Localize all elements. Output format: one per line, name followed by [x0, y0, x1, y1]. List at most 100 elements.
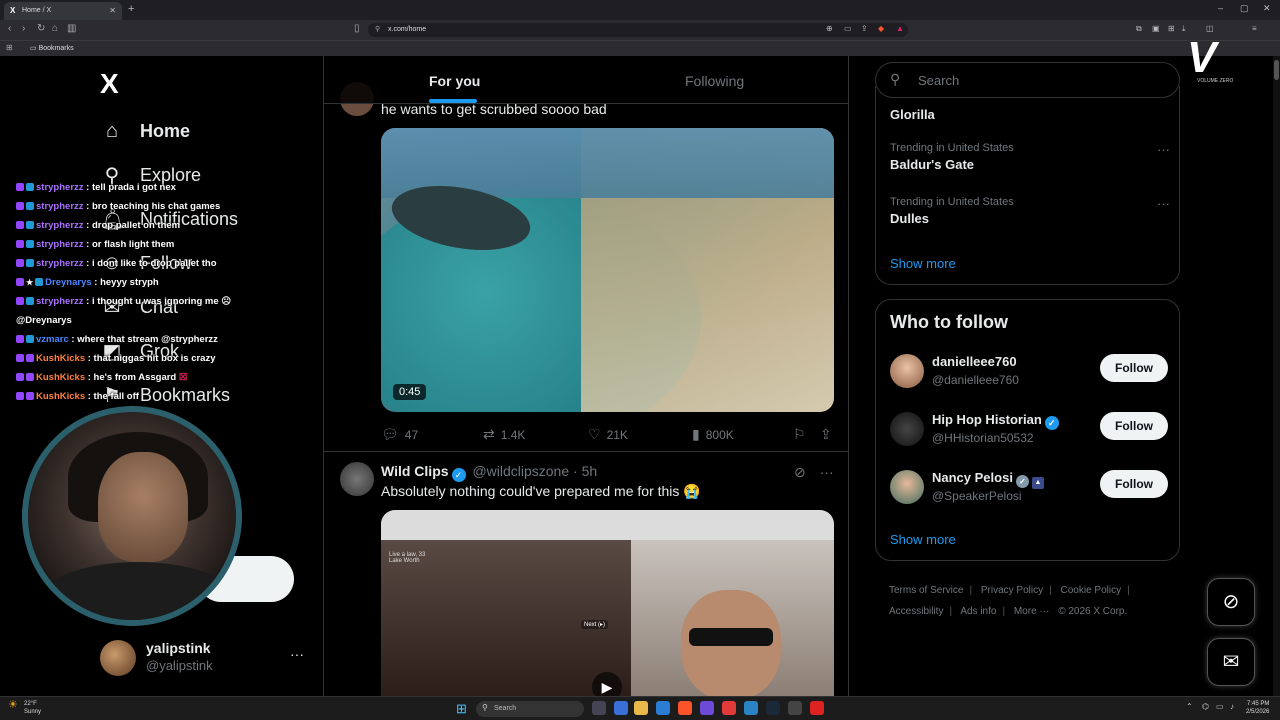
post-time[interactable]: · 5h [573, 463, 597, 479]
x-logo-icon[interactable]: X [100, 68, 119, 100]
app-icon[interactable] [614, 701, 628, 715]
steam-icon[interactable] [766, 701, 780, 715]
settings-app-icon[interactable] [592, 701, 606, 715]
tab-following[interactable]: Following [685, 73, 744, 89]
suggested-user[interactable]: Hip Hop Historian ✓ @HHistorian50532 Foll… [890, 410, 1170, 450]
sub-badge-icon [26, 221, 34, 229]
post-author-name[interactable]: Wild Clips [381, 463, 449, 479]
follow-button[interactable]: Follow [1100, 354, 1168, 382]
terms-link[interactable]: Terms of Service [889, 585, 963, 596]
share-icon[interactable]: ⇪ [861, 24, 868, 33]
zoom-icon[interactable]: ⊕ [826, 24, 833, 33]
network-icon[interactable]: ⌬ [1202, 702, 1209, 711]
twitch-badge-icon [16, 354, 24, 362]
avatar[interactable] [340, 462, 374, 496]
search-input[interactable]: ⚲ Search [875, 62, 1180, 98]
brave-shield-icon[interactable]: ◆ [878, 24, 884, 33]
discord-icon[interactable] [700, 701, 714, 715]
views-button[interactable]: ▮ 800K [692, 426, 734, 443]
reader-icon[interactable]: ▭ [844, 24, 852, 33]
file-explorer-icon[interactable] [634, 701, 648, 715]
download-icon[interactable]: ⤓ [1182, 24, 1186, 34]
home-browser-icon[interactable]: ⌂ [52, 23, 58, 34]
trend-item[interactable]: Glorilla [890, 104, 1170, 122]
close-tab-icon[interactable]: ✕ [109, 6, 116, 15]
back-icon[interactable]: ‹ [8, 23, 11, 34]
grok-icon[interactable]: ⊘ [794, 464, 806, 480]
repost-button[interactable]: ⇄ 1.4K [483, 426, 525, 443]
messages-button[interactable]: ✉ [1207, 638, 1255, 686]
follow-button[interactable]: Follow [1100, 470, 1168, 498]
post-author-handle[interactable]: @wildclipszone [472, 463, 569, 479]
sub-badge-icon [26, 335, 34, 343]
verified-badge-icon: ✓ [451, 468, 466, 482]
weather-widget[interactable]: ☀ 22°F Sunny [8, 700, 41, 716]
avatar [890, 470, 924, 504]
menu-icon[interactable]: ≡ [1252, 24, 1257, 33]
app-icon[interactable] [722, 701, 736, 715]
app-icon[interactable] [744, 701, 758, 715]
privacy-link[interactable]: Privacy Policy [981, 585, 1043, 596]
app-icon[interactable] [656, 701, 670, 715]
volume-icon[interactable]: ♪ [1230, 702, 1234, 711]
brave-browser-icon[interactable] [678, 701, 692, 715]
close-window-icon[interactable]: ✕ [1263, 3, 1271, 14]
nav-home[interactable]: ⌂ Home [100, 116, 190, 146]
taskbar-search[interactable]: ⚲ Search [476, 701, 584, 717]
cookie-link[interactable]: Cookie Policy [1061, 585, 1122, 596]
site-info-icon[interactable]: ⚲ [375, 25, 380, 33]
ads-info-link[interactable]: Ads info [960, 606, 996, 617]
accessibility-link[interactable]: Accessibility [889, 606, 943, 617]
new-tab-button[interactable]: + [128, 3, 134, 15]
more-link[interactable]: More ··· [1014, 606, 1050, 617]
forward-icon[interactable]: › [22, 23, 25, 34]
chat-line: strypherzz : bro teaching his chat games [16, 197, 316, 216]
post-video[interactable]: 0:45 [381, 128, 834, 412]
account-switcher[interactable]: yalipstink @yalipstink ··· [100, 638, 310, 678]
minimize-icon[interactable]: – [1218, 3, 1223, 13]
page-scrollbar[interactable] [1273, 56, 1280, 696]
suggested-user[interactable]: Nancy Pelosi ✓ ▲ @SpeakerPelosi Follow [890, 468, 1170, 508]
app-icon[interactable] [810, 701, 824, 715]
windows-start-icon[interactable]: ⊞ [456, 701, 467, 717]
like-button[interactable]: ♡ 21K [588, 426, 628, 443]
tab-for-you[interactable]: For you [429, 73, 480, 89]
reload-icon[interactable]: ↻ [37, 23, 45, 34]
apps-grid-icon[interactable]: ⊞ [6, 43, 13, 52]
repost-icon: ⇄ [483, 426, 495, 442]
vpn-icon[interactable]: ⊞ [1168, 24, 1175, 33]
suggested-user[interactable]: danielleee760 @danielleee760 Follow [890, 352, 1170, 392]
post-video[interactable]: Live a law, 33 Lake Worth Next (▸) ▶ [381, 510, 834, 696]
brave-rewards-icon[interactable]: ▲ [896, 24, 904, 33]
reply-button[interactable]: 💬︎ 47 [381, 426, 418, 443]
sidebar-toggle-icon[interactable]: ▥ [67, 23, 76, 34]
more-icon[interactable]: ··· [290, 646, 304, 662]
trends-show-more[interactable]: Show more [890, 256, 956, 271]
taskbar-clock[interactable]: 7:45 PM 2/5/2026 [1246, 700, 1269, 716]
scrollbar-thumb[interactable] [1274, 60, 1279, 80]
extension-icon[interactable]: ⧉ [1136, 24, 1142, 34]
display-icon[interactable]: ▭ [1216, 702, 1224, 711]
sun-icon: ☀ [8, 699, 18, 711]
maximize-icon[interactable]: ▢ [1240, 3, 1249, 14]
bookmark-page-icon[interactable]: ▯ [354, 23, 360, 34]
share-button[interactable]: ⇪ [820, 426, 838, 443]
browser-tab[interactable]: X Home / X ✕ [4, 2, 122, 20]
obs-icon[interactable] [788, 701, 802, 715]
sub-badge-icon [26, 183, 34, 191]
more-icon[interactable]: ··· [820, 464, 834, 480]
play-icon[interactable]: ▶ [592, 672, 622, 696]
grok-button[interactable]: ⊘ [1207, 578, 1255, 626]
tray-chevron-icon[interactable]: ⌃ [1186, 702, 1193, 711]
wallet-icon[interactable]: ▣ [1152, 24, 1160, 33]
trend-item[interactable]: Trending in United States Dulles ··· [890, 196, 1170, 226]
trend-topic: Dulles [890, 211, 930, 226]
follow-button[interactable]: Follow [1100, 412, 1168, 440]
bookmarks-folder[interactable]: ▭ Bookmarks [30, 44, 74, 52]
more-icon[interactable]: ··· [1157, 196, 1170, 211]
who-to-follow-show-more[interactable]: Show more [890, 532, 956, 547]
bookmark-button[interactable]: ⚐ [793, 426, 812, 443]
more-icon[interactable]: ··· [1157, 142, 1170, 157]
split-view-icon[interactable]: ◫ [1206, 24, 1214, 33]
trend-item[interactable]: Trending in United States Baldur's Gate … [890, 142, 1170, 172]
